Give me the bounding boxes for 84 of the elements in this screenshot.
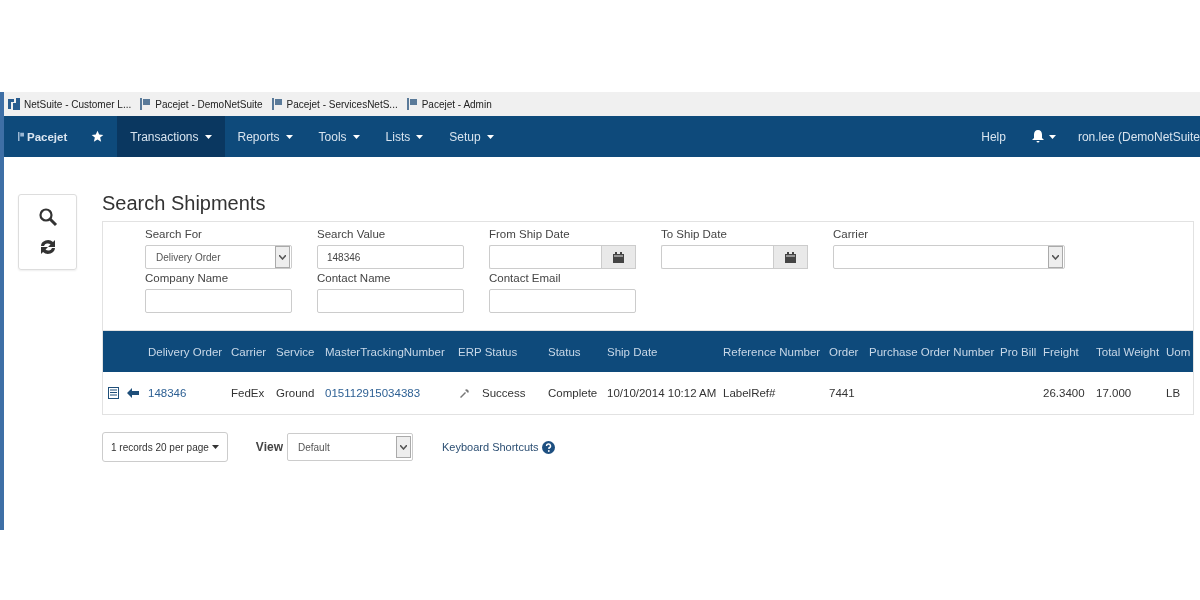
calendar-icon: [613, 251, 624, 263]
column-header[interactable]: Ship Date: [604, 343, 720, 360]
view-label: View: [255, 440, 283, 454]
table-cell-text: LB: [1165, 386, 1182, 401]
bookmark-link[interactable]: Pacejet - Admin: [405, 98, 492, 110]
user-menu[interactable]: ron.lee (DemoNetSuite: [1077, 129, 1200, 144]
column-header[interactable]: Delivery Order: [145, 343, 228, 360]
field-label: Contact Email: [489, 272, 562, 284]
column-header[interactable]: Purchase Order Number: [866, 343, 997, 360]
arrow-left-icon[interactable]: [127, 388, 139, 398]
field-label: Contact Name: [317, 272, 392, 284]
caret-icon: [285, 134, 293, 139]
table-cell-text: Ground: [275, 386, 316, 401]
column-header[interactable]: MasterTrackingNumber: [322, 343, 455, 360]
column-header[interactable]: Carrier: [228, 343, 273, 360]
page-title: Search Shipments: [102, 191, 267, 216]
input-field[interactable]: 148346: [317, 245, 464, 269]
menu-item[interactable]: Tools: [305, 116, 373, 157]
table-cell-text: LabelRef#: [722, 386, 777, 401]
bookmark-link[interactable]: Pacejet - DemoNetSuite: [139, 98, 263, 110]
keyboard-shortcuts-link[interactable]: Keyboard Shortcuts: [442, 441, 539, 453]
logo-icon: [8, 98, 20, 110]
table-cell-text: 7441: [828, 386, 856, 401]
select-field[interactable]: [833, 245, 1065, 269]
input-field[interactable]: [489, 289, 636, 313]
caret-icon: [416, 134, 424, 139]
chevron-down-icon: [279, 254, 286, 260]
column-header[interactable]: ERP Status: [455, 343, 545, 360]
column-header[interactable]: Service: [273, 343, 322, 360]
column-header[interactable]: Status: [545, 343, 604, 360]
pagination-dropdown[interactable]: 1 records 20 per page: [102, 432, 228, 462]
caret-icon: [204, 134, 212, 139]
menu-item[interactable]: Lists: [372, 116, 437, 157]
table-link[interactable]: 015112915034383: [322, 385, 455, 401]
date-field[interactable]: [661, 245, 773, 269]
menu-item[interactable]: Reports: [224, 116, 306, 157]
star-icon[interactable]: [91, 130, 105, 143]
table-cell-text: 26.3400: [1042, 386, 1086, 401]
field-label: Search For: [145, 228, 203, 240]
column-header[interactable]: Pro Bill: [997, 343, 1040, 360]
column-header[interactable]: Reference Number: [720, 343, 826, 360]
input-field[interactable]: [317, 289, 464, 313]
column-header[interactable]: Total Weight: [1093, 343, 1163, 360]
flag-icon: [270, 98, 283, 110]
field-label: From Ship Date: [489, 228, 571, 240]
date-field[interactable]: [489, 245, 601, 269]
caret-icon: [1048, 134, 1056, 139]
bookmark-link[interactable]: Pacejet - ServicesNetS...: [270, 98, 398, 110]
caret-icon: [486, 134, 494, 139]
field-label: To Ship Date: [661, 228, 728, 240]
calendar-icon: [785, 251, 796, 263]
table-cell-text: FedEx: [230, 386, 266, 401]
chevron-down-icon: [400, 444, 407, 450]
caret-icon: [352, 134, 360, 139]
field-label: Carrier: [833, 228, 870, 240]
help-icon[interactable]: [541, 440, 555, 454]
calendar-button[interactable]: [601, 245, 636, 269]
field-label: Company Name: [145, 272, 230, 284]
field-label: Search Value: [317, 228, 387, 240]
list-icon[interactable]: [108, 387, 119, 399]
wrench-icon[interactable]: [460, 388, 469, 398]
input-field[interactable]: [145, 289, 292, 313]
select-field[interactable]: Delivery Order: [145, 245, 292, 269]
brand-logo[interactable]: Pacejet: [4, 130, 80, 143]
table-link[interactable]: 148346: [145, 385, 228, 401]
view-select[interactable]: Default: [287, 433, 413, 461]
help-link[interactable]: Help: [981, 129, 1006, 144]
menu-item[interactable]: Setup: [436, 116, 507, 157]
table-cell-text: 17.000: [1095, 386, 1133, 401]
menu-item[interactable]: Transactions: [117, 116, 225, 157]
table-cell-text: Success: [482, 386, 526, 401]
notifications-button[interactable]: [1031, 130, 1056, 143]
calendar-button[interactable]: [773, 245, 808, 269]
column-header[interactable]: Uom: [1163, 343, 1195, 360]
search-icon[interactable]: [37, 207, 58, 227]
table-cell-text: Complete: [547, 386, 599, 401]
table-cell-text: 10/10/2014 10:12 AM: [606, 386, 718, 401]
column-header[interactable]: Freight: [1040, 343, 1093, 360]
caret-icon: [211, 445, 219, 449]
chevron-down-icon: [1052, 254, 1059, 260]
flag-icon: [405, 98, 418, 110]
bookmark-link[interactable]: NetSuite - Customer L...: [8, 98, 132, 110]
column-header[interactable]: Order: [826, 343, 866, 360]
flag-icon: [139, 98, 152, 110]
